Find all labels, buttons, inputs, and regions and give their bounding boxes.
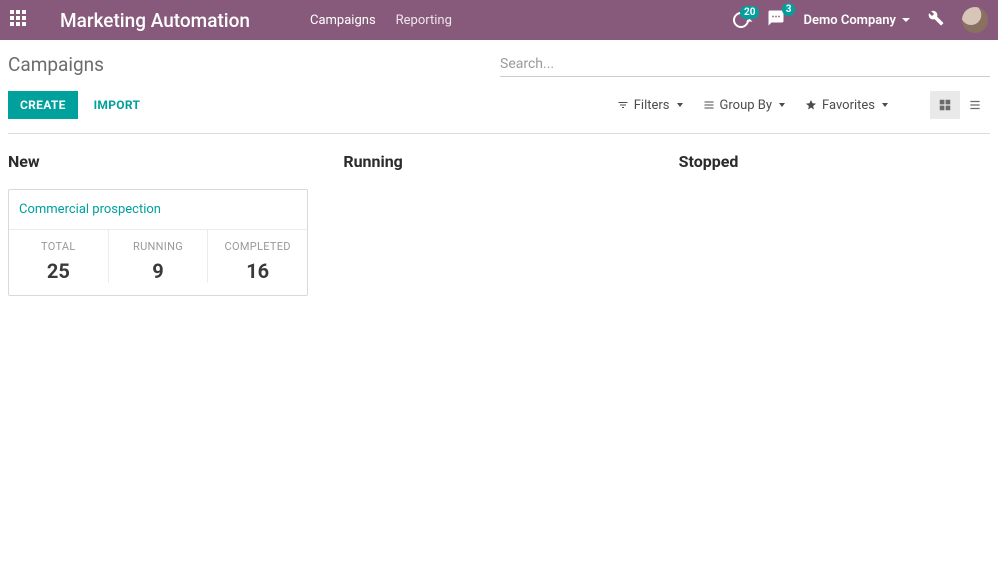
stat-total[interactable]: TOTAL 25	[9, 230, 108, 283]
campaign-card-title: Commercial prospection	[9, 202, 307, 230]
stat-completed[interactable]: COMPLETED 16	[207, 230, 307, 283]
apps-icon[interactable]	[10, 10, 30, 30]
company-switcher[interactable]: Demo Company	[803, 13, 910, 28]
timer-badge: 20	[740, 6, 759, 19]
kanban-column-stopped: Stopped	[679, 152, 990, 296]
breadcrumb: Campaigns	[8, 53, 104, 76]
chevron-down-icon	[677, 103, 683, 107]
developer-tools-icon[interactable]	[928, 10, 944, 30]
kanban-column-running: Running	[343, 152, 654, 296]
trial-timer-button[interactable]: 20	[733, 12, 749, 28]
stat-value: 25	[9, 259, 108, 283]
stat-value: 16	[208, 259, 307, 283]
favorites-dropdown[interactable]: Favorites	[805, 98, 888, 113]
user-avatar[interactable]	[962, 7, 988, 33]
list-icon	[703, 99, 715, 111]
discuss-button[interactable]: 3	[767, 9, 785, 31]
list-view-button[interactable]	[960, 91, 990, 119]
stat-label: RUNNING	[109, 240, 208, 253]
kanban-view-button[interactable]	[930, 91, 960, 119]
import-button[interactable]: IMPORT	[82, 91, 153, 119]
company-name: Demo Company	[803, 13, 896, 28]
funnel-icon	[617, 99, 629, 111]
nav-reporting[interactable]: Reporting	[396, 13, 452, 28]
column-title[interactable]: Running	[343, 152, 654, 171]
filters-dropdown[interactable]: Filters	[617, 98, 683, 113]
groupby-label: Group By	[720, 98, 773, 113]
filters-label: Filters	[634, 98, 670, 113]
chevron-down-icon	[779, 103, 785, 107]
campaign-card[interactable]: Commercial prospection TOTAL 25 RUNNING …	[8, 189, 308, 296]
kanban-icon	[938, 98, 952, 112]
chat-badge: 3	[782, 3, 796, 16]
nav-campaigns[interactable]: Campaigns	[310, 13, 376, 28]
app-brand: Marketing Automation	[60, 9, 250, 32]
create-button[interactable]: CREATE	[8, 91, 78, 119]
stat-label: TOTAL	[9, 240, 108, 253]
list-view-icon	[968, 98, 982, 112]
stat-running[interactable]: RUNNING 9	[108, 230, 208, 283]
groupby-dropdown[interactable]: Group By	[703, 98, 786, 113]
stat-value: 9	[109, 259, 208, 283]
favorites-label: Favorites	[822, 98, 875, 113]
kanban-column-new: New Commercial prospection TOTAL 25 RUNN…	[8, 152, 319, 296]
column-title[interactable]: Stopped	[679, 152, 990, 171]
chevron-down-icon	[902, 18, 910, 22]
column-title[interactable]: New	[8, 152, 319, 171]
star-icon	[805, 99, 817, 111]
search-input[interactable]	[500, 52, 990, 76]
stat-label: COMPLETED	[208, 240, 307, 253]
chevron-down-icon	[882, 103, 888, 107]
